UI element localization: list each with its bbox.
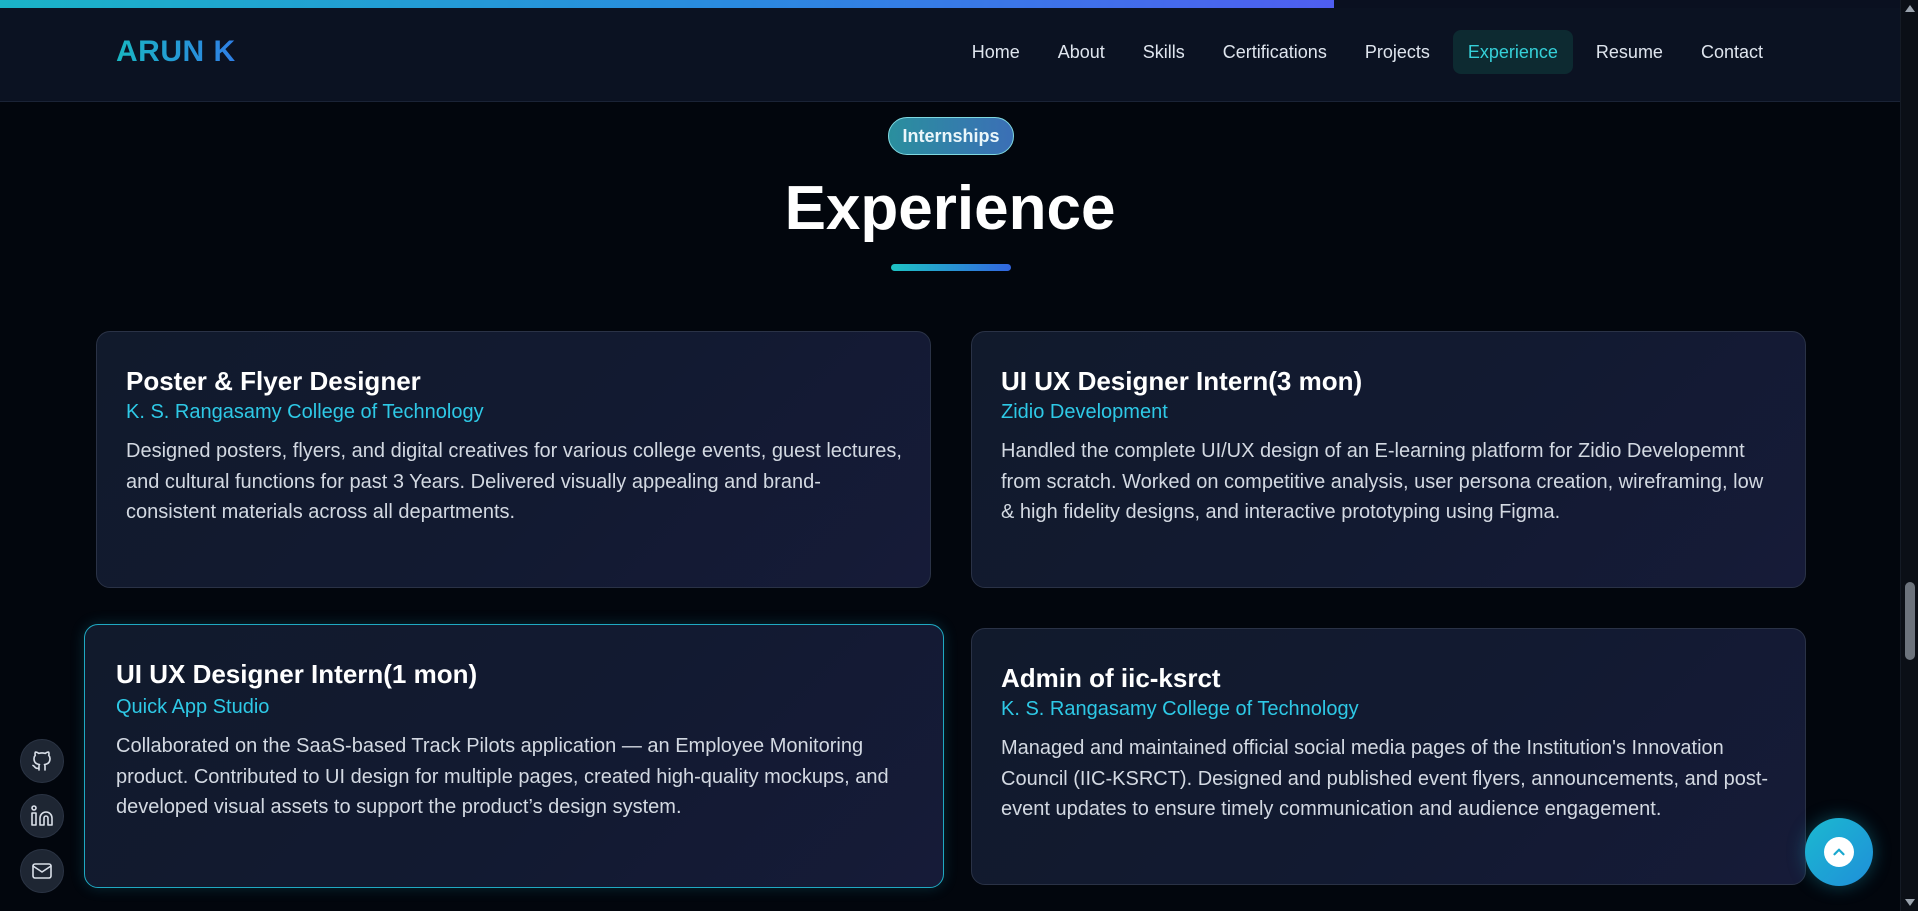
experience-card: Admin of iic-ksrct K. S. Rangasamy Colle…: [971, 628, 1806, 885]
section-title: Experience: [784, 174, 1116, 243]
card-organization: K. S. Rangasamy College of Technology: [126, 401, 484, 423]
card-description: Handled the complete UI/UX design of an …: [1001, 440, 1764, 523]
card-description: Managed and maintained official social m…: [1001, 737, 1769, 820]
github-icon: [32, 751, 51, 771]
nav-item-home[interactable]: Home: [957, 30, 1035, 74]
experience-card: Poster & Flyer Designer K. S. Rangasamy …: [96, 331, 931, 588]
mail-icon: [32, 863, 52, 879]
card-description: Designed posters, flyers, and digital cr…: [126, 440, 902, 523]
card-description: Collaborated on the SaaS-based Track Pil…: [116, 735, 889, 818]
scroll-up-arrow-icon[interactable]: [1905, 5, 1915, 12]
nav-item-projects[interactable]: Projects: [1350, 30, 1445, 74]
nav-item-about[interactable]: About: [1043, 30, 1120, 74]
brand-logo[interactable]: ARUN K: [116, 35, 236, 69]
experience-card: UI UX Designer Intern(1 mon) Quick App S…: [84, 624, 944, 888]
title-underline: [891, 264, 1011, 271]
linkedin-icon: [31, 805, 53, 826]
page: ARUN K Home About Skills Certifications …: [0, 0, 1918, 911]
scroll-down-arrow-icon[interactable]: [1905, 899, 1915, 906]
linkedin-button[interactable]: [20, 794, 64, 838]
chevron-up-icon: [1824, 837, 1854, 867]
card-title: Poster & Flyer Designer: [126, 366, 421, 396]
card-organization: Quick App Studio: [116, 696, 270, 718]
card-organization: Zidio Development: [1001, 401, 1168, 423]
nav-item-certifications[interactable]: Certifications: [1208, 30, 1342, 74]
main-nav: Home About Skills Certifications Project…: [957, 30, 1778, 74]
card-organization: K. S. Rangasamy College of Technology: [1001, 698, 1359, 720]
github-button[interactable]: [20, 739, 64, 783]
scrollbar-thumb[interactable]: [1905, 582, 1915, 660]
card-title: UI UX Designer Intern(3 mon): [1001, 366, 1363, 396]
section-badge: Internships: [888, 117, 1014, 155]
experience-card: UI UX Designer Intern(3 mon) Zidio Devel…: [971, 331, 1806, 588]
nav-item-contact[interactable]: Contact: [1686, 30, 1778, 74]
page-scrollbar[interactable]: [1900, 0, 1918, 911]
nav-item-skills[interactable]: Skills: [1128, 30, 1200, 74]
scroll-progress-fill: [0, 0, 1334, 8]
back-to-top-button[interactable]: [1805, 818, 1873, 886]
navbar: ARUN K Home About Skills Certifications …: [0, 8, 1900, 102]
mail-button[interactable]: [20, 849, 64, 893]
nav-item-experience[interactable]: Experience: [1452, 30, 1573, 74]
card-title: UI UX Designer Intern(1 mon): [116, 659, 478, 689]
scroll-progress-bar: [0, 0, 1900, 8]
card-title: Admin of iic-ksrct: [1001, 663, 1221, 693]
nav-item-resume[interactable]: Resume: [1581, 30, 1678, 74]
